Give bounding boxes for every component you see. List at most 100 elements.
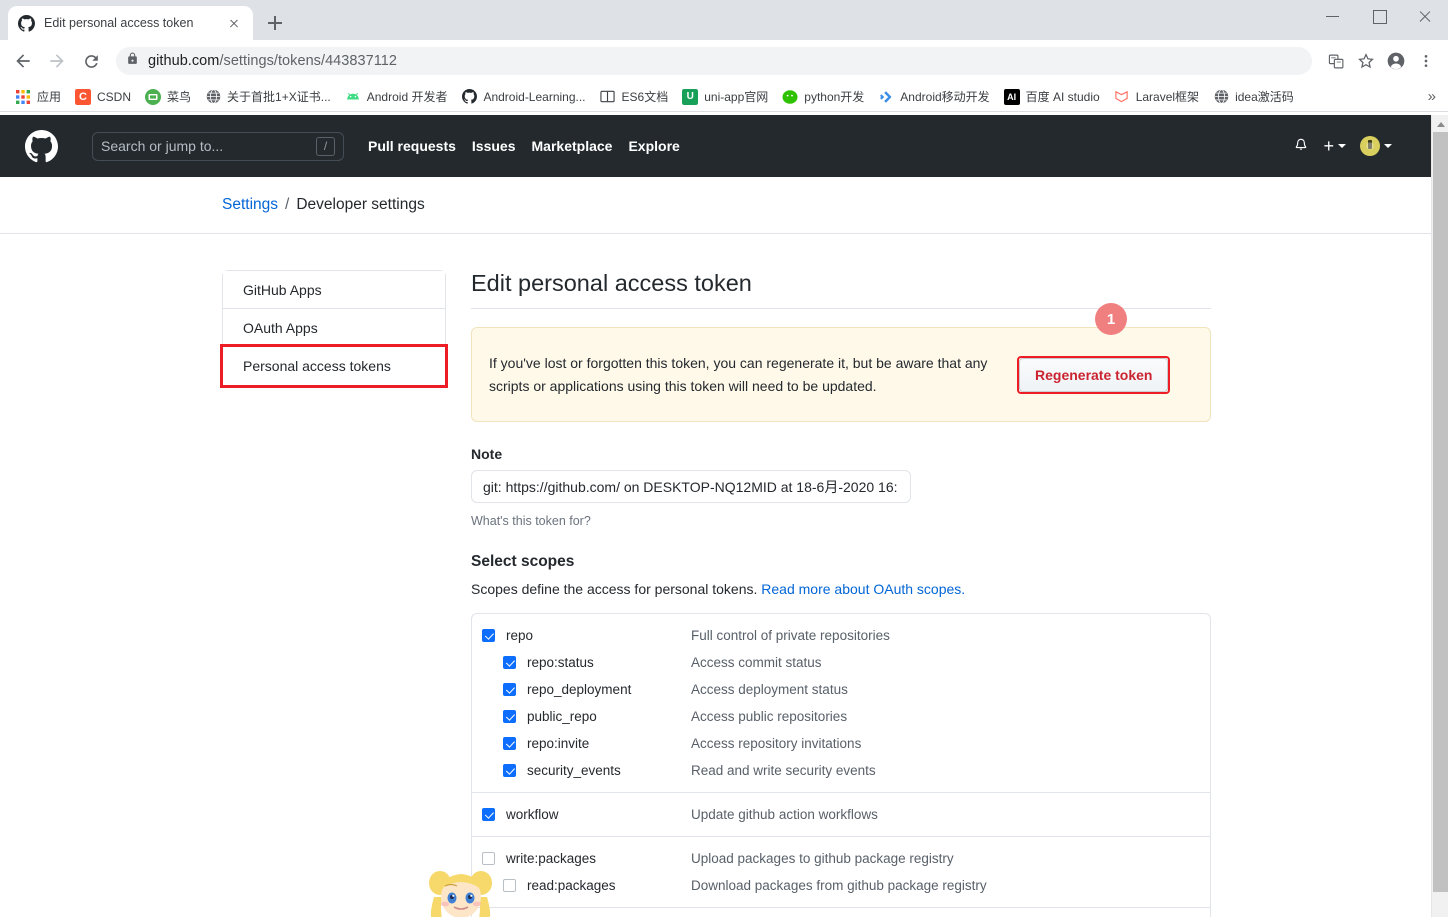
github-header: Search or jump to... / Pull requests Iss… <box>0 115 1448 177</box>
github-main-nav: Pull requests Issues Marketplace Explore <box>368 138 680 154</box>
bookmark-label: python开发 <box>804 90 865 104</box>
minimize-icon[interactable] <box>1310 0 1356 32</box>
maximize-icon[interactable] <box>1356 0 1402 32</box>
scope-checkbox[interactable] <box>503 737 516 750</box>
sidebar-item[interactable]: OAuth Apps <box>223 309 445 347</box>
bookmark-item[interactable]: AI 百度 AI studio <box>997 85 1107 109</box>
bookmark-item[interactable]: C CSDN <box>68 85 138 109</box>
user-menu-button[interactable] <box>1360 136 1392 156</box>
scope-checkbox[interactable] <box>503 764 516 777</box>
bookmark-star-icon[interactable] <box>1352 47 1380 75</box>
step-badge: 1 <box>1095 303 1127 335</box>
nav-issues[interactable]: Issues <box>472 138 516 154</box>
scrollbar-thumb[interactable] <box>1433 132 1448 892</box>
new-menu-button[interactable]: + <box>1323 137 1346 155</box>
scope-row[interactable]: read:packages Download packages from gith… <box>472 872 1210 899</box>
github-header-actions: + <box>1293 136 1432 156</box>
bookmark-label: 菜鸟 <box>167 90 192 104</box>
translate-icon[interactable] <box>1322 47 1350 75</box>
bookmark-item[interactable]: 关于首批1+X证书... <box>198 85 338 109</box>
scope-description: Access repository invitations <box>691 736 862 751</box>
scope-group: workflow Update github action workflows <box>472 793 1210 837</box>
nav-pull-requests[interactable]: Pull requests <box>368 138 456 154</box>
bookmark-item[interactable]: Android移动开发 <box>871 85 996 109</box>
page-viewport: Search or jump to... / Pull requests Iss… <box>0 115 1448 917</box>
scope-row[interactable]: workflow Update github action workflows <box>472 801 1210 828</box>
scope-checkbox[interactable] <box>503 710 516 723</box>
scope-name: repo:status <box>527 655 594 670</box>
bookmark-label: Android 开发者 <box>366 90 448 104</box>
scope-row[interactable]: write:packages Upload packages to github … <box>472 845 1210 872</box>
scope-checkbox[interactable] <box>482 629 495 642</box>
oauth-scopes-link[interactable]: Read more about OAuth scopes. <box>761 581 965 597</box>
nav-marketplace[interactable]: Marketplace <box>532 138 613 154</box>
scope-row[interactable]: repo:status Access commit status <box>472 649 1210 676</box>
bookmark-label: 关于首批1+X证书... <box>227 90 331 104</box>
scope-row[interactable]: repo Full control of private repositories <box>472 622 1210 649</box>
new-tab-button[interactable] <box>261 9 289 37</box>
scope-name: public_repo <box>527 709 597 724</box>
bookmark-item[interactable]: Uuni-app官网 <box>675 85 775 109</box>
scope-checkbox[interactable] <box>482 852 495 865</box>
scope-checkbox[interactable] <box>503 879 516 892</box>
bookmark-label: 百度 AI studio <box>1025 90 1100 104</box>
scope-row[interactable]: repo:invite Access repository invitations <box>472 730 1210 757</box>
ai-icon: AI <box>1003 88 1020 105</box>
note-input[interactable] <box>471 470 911 503</box>
page-title-text: Edit personal access token <box>471 270 752 296</box>
bookmark-item[interactable]: python开发 <box>775 85 871 109</box>
scope-group: repo Full control of private repositories… <box>472 614 1210 793</box>
bookmark-label: uni-app官网 <box>704 90 769 104</box>
sidebar-item[interactable]: GitHub Apps <box>223 271 445 309</box>
scope-row[interactable]: repo_deployment Access deployment status <box>472 676 1210 703</box>
chrome-menu-icon[interactable] <box>1412 47 1440 75</box>
bookmark-label: CSDN <box>97 89 132 104</box>
bookmark-label: Laravel框架 <box>1135 90 1200 104</box>
bookmark-item[interactable]: Android-Learning... <box>454 85 592 109</box>
scope-description: Access deployment status <box>691 682 848 697</box>
nav-explore[interactable]: Explore <box>628 138 679 154</box>
book-icon <box>600 89 616 105</box>
scope-description: Read and write security events <box>691 763 876 778</box>
sidebar-item[interactable]: Personal access tokens <box>220 344 448 388</box>
bookmark-item[interactable]: 菜鸟 <box>138 85 198 109</box>
bookmark-item[interactable]: Android 开发者 <box>338 85 455 109</box>
page-scrollbar[interactable] <box>1431 115 1448 917</box>
bookmark-item[interactable]: 应用 <box>8 85 68 109</box>
back-icon[interactable] <box>8 46 38 76</box>
bookmark-label: Android移动开发 <box>900 90 990 104</box>
breadcrumb-settings-link[interactable]: Settings <box>222 196 278 214</box>
address-bar[interactable]: github.com/settings/tokens/443837112 <box>116 47 1312 75</box>
apps-grid-icon <box>15 89 31 105</box>
breadcrumb: Settings / Developer settings <box>0 177 1448 234</box>
search-input[interactable]: Search or jump to... / <box>92 131 344 161</box>
scope-row[interactable]: security_events Read and write security e… <box>472 757 1210 784</box>
profile-icon[interactable] <box>1382 47 1410 75</box>
browser-tab[interactable]: Edit personal access token <box>8 6 253 40</box>
tab-title: Edit personal access token <box>44 16 194 30</box>
scope-name: security_events <box>527 763 621 778</box>
reload-icon[interactable] <box>76 46 106 76</box>
window-controls <box>1310 0 1448 40</box>
scope-checkbox[interactable] <box>503 683 516 696</box>
bookmark-item[interactable]: Laravel框架 <box>1107 85 1206 109</box>
forward-icon[interactable] <box>42 46 72 76</box>
scope-checkbox[interactable] <box>482 808 495 821</box>
scrollbar-up-arrow[interactable] <box>1432 115 1448 132</box>
globe-icon <box>1213 89 1229 105</box>
breadcrumb-separator: / <box>285 196 290 213</box>
bookmark-item[interactable]: ES6文档 <box>593 85 676 109</box>
scope-row[interactable]: public_repo Access public repositories <box>472 703 1210 730</box>
scope-checkbox[interactable] <box>503 656 516 669</box>
regenerate-token-button[interactable]: Regenerate token <box>1019 357 1169 392</box>
select-scopes-title: Select scopes <box>471 553 575 570</box>
bookmark-item[interactable]: idea激活码 <box>1206 85 1301 109</box>
close-icon[interactable] <box>1402 0 1448 32</box>
bell-icon[interactable] <box>1293 137 1309 155</box>
bookmark-label: Android-Learning... <box>483 89 586 104</box>
scope-name: write:packages <box>506 851 597 866</box>
chevron-down-icon <box>1384 144 1392 148</box>
github-mark-icon[interactable] <box>25 129 58 163</box>
tab-close-icon[interactable] <box>225 14 243 32</box>
bookmarks-overflow-icon[interactable]: » <box>1428 88 1440 105</box>
